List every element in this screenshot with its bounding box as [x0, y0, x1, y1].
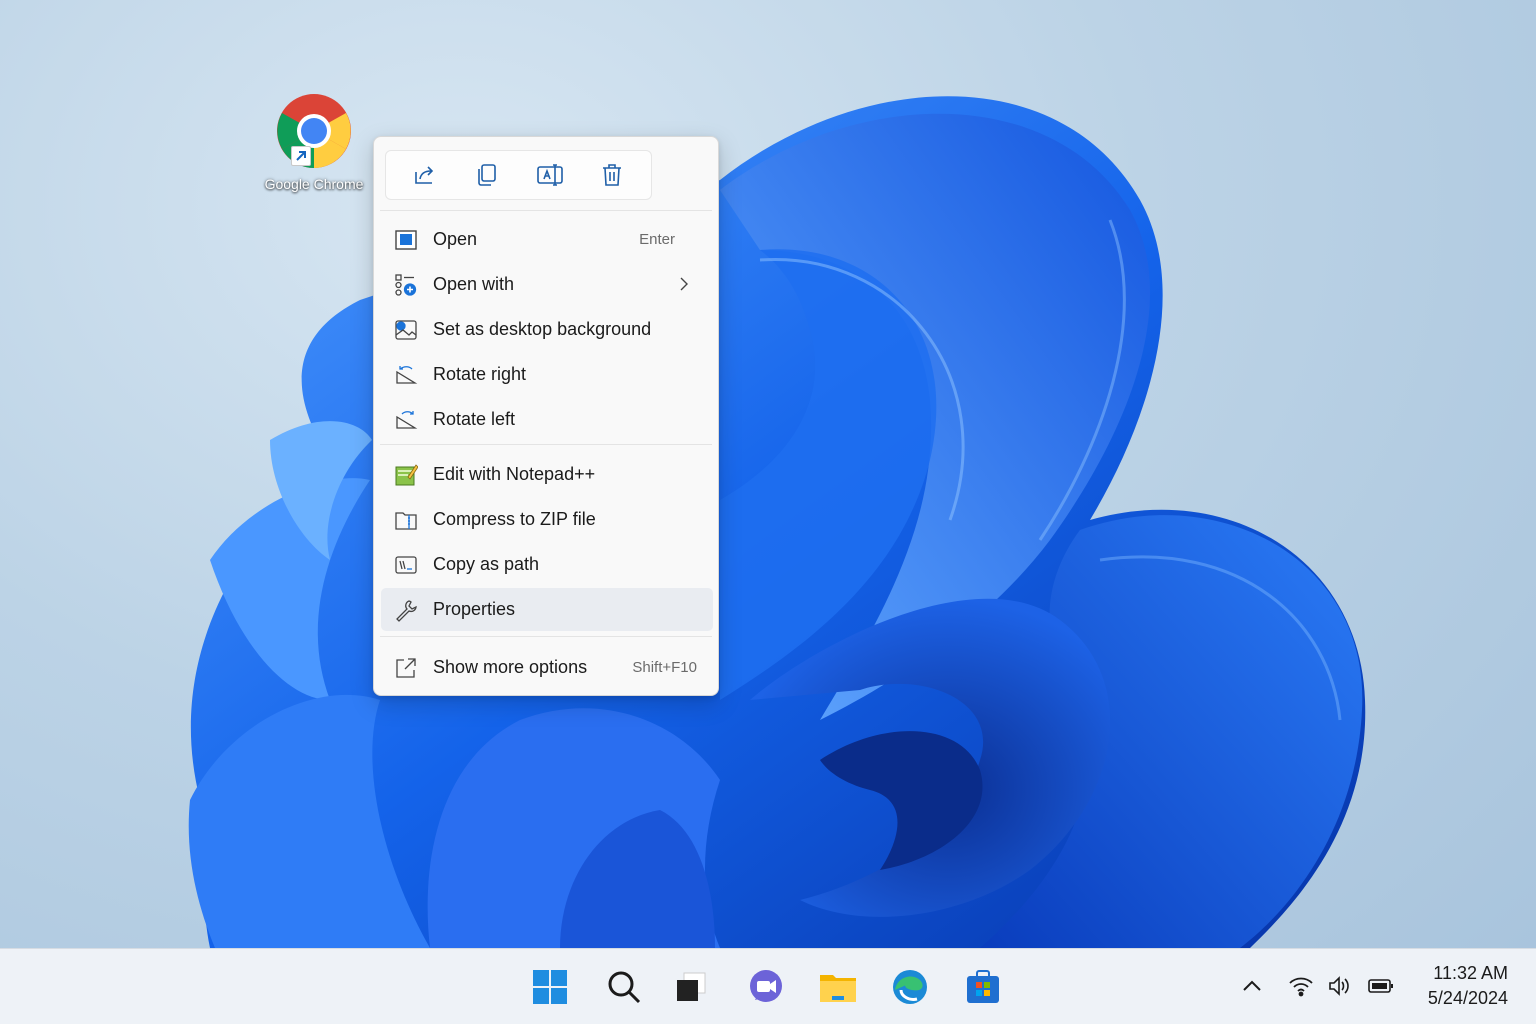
menu-item-set-desktop-background[interactable]: Set as desktop background [381, 308, 713, 351]
clock-time: 11:32 AM [1433, 963, 1508, 983]
wifi-icon [1289, 977, 1313, 997]
tray-battery-button[interactable] [1366, 971, 1396, 1001]
desktop-icon-google-chrome[interactable]: Google Chrome [252, 92, 376, 196]
teams-chat-icon [750, 970, 782, 1002]
tray-volume-button[interactable] [1325, 971, 1355, 1001]
copy-button[interactable] [465, 155, 509, 195]
menu-item-properties[interactable]: Properties [381, 588, 713, 631]
tray-overflow-button[interactable] [1237, 971, 1267, 1001]
clock-date: 5/24/2024 [1427, 988, 1508, 1008]
menu-item-edit-notepadpp[interactable]: Edit with Notepad++ [381, 453, 713, 496]
taskbar-task-view-button[interactable] [666, 963, 716, 1011]
menu-item-rotate-right[interactable]: Rotate right [381, 353, 713, 396]
open-window-icon [394, 228, 418, 252]
delete-button[interactable] [590, 155, 634, 195]
edge-icon [893, 970, 927, 1004]
external-icon [394, 656, 418, 680]
taskbar-store-button[interactable] [958, 963, 1008, 1011]
store-icon [967, 970, 999, 1003]
menu-item-rotate-left[interactable]: Rotate left [381, 398, 713, 441]
copy-path-icon [394, 553, 418, 577]
zip-icon [394, 508, 418, 532]
rename-button[interactable] [528, 155, 572, 195]
tray-network-button[interactable] [1286, 971, 1316, 1001]
menu-separator [380, 210, 712, 211]
shortcut-text: Enter [639, 231, 675, 248]
taskbar: 11:32 AM 5/24/2024 [0, 948, 1536, 1024]
taskbar-search-button[interactable] [599, 963, 649, 1011]
trash-icon [602, 164, 621, 186]
context-menu: Open Enter Open with Set as desktop back… [373, 136, 719, 696]
search-icon [608, 971, 641, 1004]
desktop-wallpaper [188, 96, 1366, 948]
taskbar-file-explorer-button[interactable] [813, 963, 863, 1011]
taskbar-edge-button[interactable] [885, 963, 935, 1011]
menu-item-copy-as-path[interactable]: Copy as path [381, 543, 713, 586]
chrome-icon [275, 92, 353, 170]
notepadpp-icon [394, 463, 418, 487]
open-with-icon [394, 273, 418, 297]
share-button[interactable] [403, 155, 447, 195]
context-menu-toolbar [385, 150, 652, 200]
taskbar-start-button[interactable] [525, 963, 575, 1011]
menu-item-compress-zip[interactable]: Compress to ZIP file [381, 498, 713, 541]
rotate-left-icon [394, 408, 418, 432]
taskbar-teams-button[interactable] [741, 963, 791, 1011]
rotate-right-icon [394, 363, 418, 387]
folder-icon [820, 975, 856, 1002]
desktop-icon-label: Google Chrome [264, 176, 364, 192]
menu-item-open[interactable]: Open Enter [381, 218, 713, 261]
shortcut-arrow-icon [291, 146, 311, 166]
share-icon [415, 166, 434, 184]
copy-icon [478, 164, 497, 186]
windows-logo-icon [533, 970, 567, 1004]
task-view-icon [677, 972, 706, 1001]
menu-item-show-more-options[interactable]: Show more options Shift+F10 [381, 646, 713, 689]
image-icon [394, 318, 418, 342]
menu-separator [380, 636, 712, 637]
shortcut-text: Shift+F10 [632, 659, 697, 676]
chevron-up-icon [1243, 980, 1261, 991]
taskbar-clock[interactable]: 11:32 AM 5/24/2024 [1428, 961, 1508, 1011]
wrench-icon [394, 598, 418, 622]
rename-icon [536, 164, 563, 186]
menu-separator [380, 444, 712, 445]
battery-icon [1368, 979, 1393, 993]
chevron-right-icon [680, 277, 688, 291]
menu-item-open-with[interactable]: Open with [381, 263, 713, 306]
volume-icon [1329, 976, 1349, 996]
